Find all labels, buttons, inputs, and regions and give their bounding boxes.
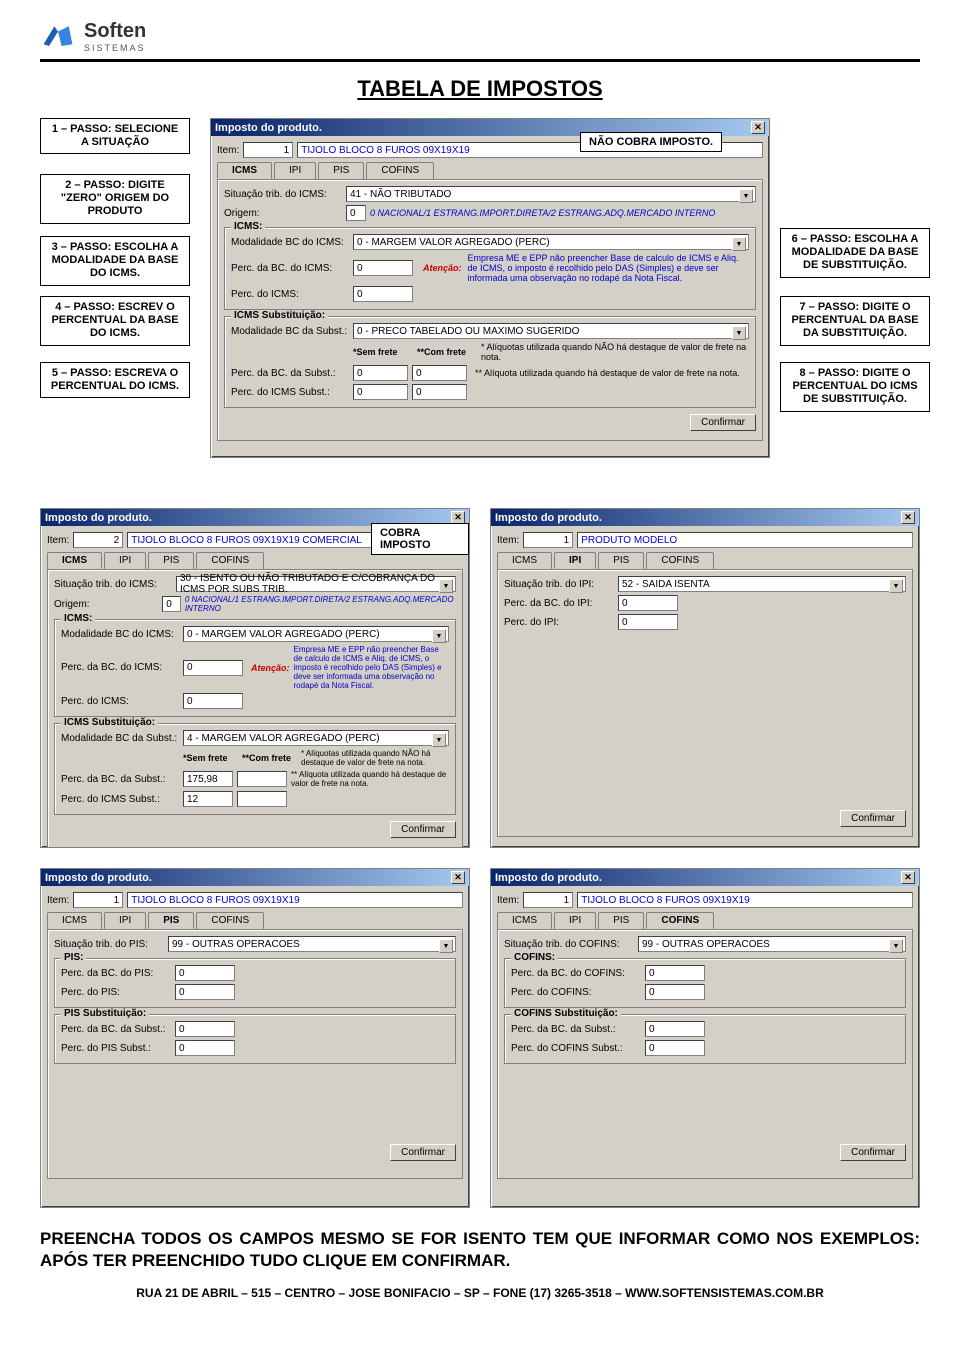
page-header: Soften SISTEMAS xyxy=(40,20,920,62)
modbcsub-dropdown[interactable]: 0 - PRECO TABELADO OU MAXIMO SUGERIDO xyxy=(353,323,749,339)
atencao-label: Atenção: xyxy=(423,263,462,273)
item-number[interactable]: 1 xyxy=(243,142,293,158)
page-title: TABELA DE IMPOSTOS xyxy=(40,76,920,102)
nota2: ** Alíquota utilizada quando há destaque… xyxy=(475,368,749,378)
main-illustration: 1 – PASSO: SELECIONE A SITUAÇÃO 2 – PASS… xyxy=(40,118,920,478)
close-icon[interactable]: ✕ xyxy=(451,871,465,884)
dialog-pis: Imposto do produto.✕ Item:1TIJOLO BLOCO … xyxy=(40,868,470,1208)
tab-ipi[interactable]: IPI xyxy=(274,162,316,179)
percicmssub-label: Perc. do ICMS Subst.: xyxy=(231,387,349,398)
confirmar-button[interactable]: Confirmar xyxy=(690,414,756,431)
percbcsub-label: Perc. da BC. da Subst.: xyxy=(231,368,349,379)
percicms-label: Perc. do ICMS: xyxy=(231,289,349,300)
close-icon[interactable]: ✕ xyxy=(901,871,915,884)
callout-1: 1 – PASSO: SELECIONE A SITUAÇÃO xyxy=(40,118,190,154)
semfrete-label: *Sem frete xyxy=(353,347,413,357)
tab-row: ICMS IPI PIS COFINS xyxy=(217,162,763,179)
icms-sub-legend: ICMS Substituição: xyxy=(231,310,328,321)
origem-label: Origem: xyxy=(224,208,342,219)
dialog-title: Imposto do produto. xyxy=(215,122,322,134)
callout-5: 5 – PASSO: ESCREVA O PERCENTUAL DO ICMS. xyxy=(40,362,190,398)
item-label: Item: xyxy=(217,145,239,156)
atencao-text: Empresa ME e EPP não preencher Base de c… xyxy=(468,253,749,283)
page-footer: RUA 21 DE ABRIL – 515 – CENTRO – JOSE BO… xyxy=(40,1286,920,1300)
percbcsub-cf[interactable]: 0 xyxy=(412,365,467,381)
nota1: * Alíquotas utilizada quando NÃO há dest… xyxy=(481,342,749,362)
brand-name: Soften xyxy=(84,20,146,43)
tab-cofins[interactable]: COFINS xyxy=(366,162,434,179)
percbcsub-sf[interactable]: 0 xyxy=(353,365,408,381)
fieldset-icms-sub: ICMS Substituição: Modalidade BC da Subs… xyxy=(224,316,756,408)
dialog-ipi: Imposto do produto.✕ Item:1PRODUTO MODEL… xyxy=(490,508,920,848)
modbc-dropdown[interactable]: 0 - MARGEM VALOR AGREGADO (PERC) xyxy=(353,234,749,250)
percicmssub-sf[interactable]: 0 xyxy=(353,384,408,400)
callout-nao-cobra: NÃO COBRA IMPOSTO. xyxy=(580,132,722,152)
modbc-label: Modalidade BC do ICMS: xyxy=(231,237,349,248)
callout-cobra: COBRA IMPOSTO xyxy=(371,523,469,555)
tab-pis[interactable]: PIS xyxy=(318,162,364,179)
percicmssub-cf[interactable]: 0 xyxy=(412,384,467,400)
callout-4: 4 – PASSO: ESCREV O PERCENTUAL DA BASE D… xyxy=(40,296,190,346)
callout-2: 2 – PASSO: DIGITE "ZERO" ORIGEM DO PRODU… xyxy=(40,174,190,224)
icms-legend: ICMS: xyxy=(231,221,265,232)
situacao-dropdown[interactable]: 41 - NÃO TRIBUTADO xyxy=(346,186,756,202)
dialog-cofins: Imposto do produto.✕ Item:1TIJOLO BLOCO … xyxy=(490,868,920,1208)
callout-7: 7 – PASSO: DIGITE O PERCENTUAL DA BASE D… xyxy=(780,296,930,346)
close-icon[interactable]: ✕ xyxy=(751,121,765,134)
dialog-imposto-main: Imposto do produto. ✕ Item: 1 TIJOLO BLO… xyxy=(210,118,770,458)
close-icon[interactable]: ✕ xyxy=(901,511,915,524)
fieldset-icms: ICMS: Modalidade BC do ICMS:0 - MARGEM V… xyxy=(224,227,756,310)
logo-icon xyxy=(40,22,76,52)
origem-value[interactable]: 0 xyxy=(346,205,366,221)
origem-desc: 0 NACIONAL/1 ESTRANG.IMPORT.DIRETA/2 EST… xyxy=(370,208,715,218)
percbc-value[interactable]: 0 xyxy=(353,260,413,276)
tab-icms[interactable]: ICMS xyxy=(217,162,272,179)
callout-8: 8 – PASSO: DIGITE O PERCENTUAL DO ICMS D… xyxy=(780,362,930,412)
situacao-label: Situação trib. do ICMS: xyxy=(224,189,342,200)
bottom-instruction: PREENCHA TODOS OS CAMPOS MESMO SE FOR IS… xyxy=(40,1228,920,1272)
brand-sub: SISTEMAS xyxy=(84,43,146,53)
comfrete-label: **Com frete xyxy=(417,347,477,357)
callout-3: 3 – PASSO: ESCOLHA A MODALIDADE DA BASE … xyxy=(40,236,190,286)
percicms-value[interactable]: 0 xyxy=(353,286,413,302)
callout-6: 6 – PASSO: ESCOLHA A MODALIDADE DA BASE … xyxy=(780,228,930,278)
dialog-icms-cobra: COBRA IMPOSTO Imposto do produto.✕ Item:… xyxy=(40,508,470,848)
modbcsub-label: Modalidade BC da Subst.: xyxy=(231,326,349,337)
percbc-label: Perc. da BC. do ICMS: xyxy=(231,263,349,274)
